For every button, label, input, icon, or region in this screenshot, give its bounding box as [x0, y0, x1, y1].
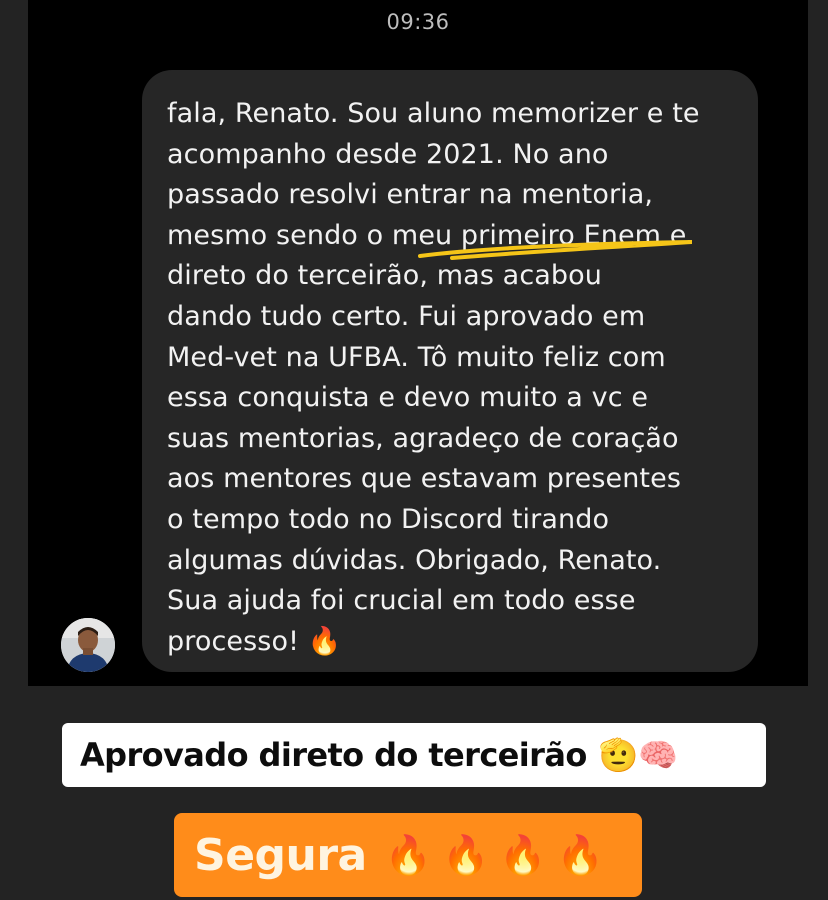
message-line: aos mentores que estavam presentes	[167, 463, 681, 495]
message-bubble[interactable]: fala, Renato. Sou aluno memorizer e te a…	[142, 70, 758, 672]
message-line: acompanho desde 2021. No ano	[167, 138, 609, 170]
caption-text: Aprovado direto do terceirão	[80, 736, 587, 774]
fire-emoji-icon: 🔥🔥🔥🔥	[384, 832, 615, 877]
message-line: suas mentorias, agradeço de coração	[167, 422, 679, 454]
segura-banner: Segura 🔥🔥🔥🔥	[174, 813, 642, 897]
sender-avatar[interactable]	[61, 618, 115, 672]
message-line: mesmo sendo o meu primeiro Enem e	[167, 219, 687, 251]
message-line: direto do terceirão, mas acabou	[167, 260, 602, 292]
message-line: fala, Renato. Sou aluno memorizer e te	[167, 98, 700, 129]
message-timestamp: 09:36	[386, 10, 450, 34]
message-line: Med-vet na UFBA. Tô muito feliz com	[167, 341, 666, 373]
message-line: processo! 🔥	[167, 625, 342, 657]
message-line: essa conquista e devo muito a vc e	[167, 382, 649, 414]
salute-brain-emoji-icon: 🫡🧠	[598, 736, 678, 774]
chat-panel: 09:36 fala, Renato. Sou aluno memorizer …	[28, 0, 808, 686]
message-line: dando tudo certo. Fui aprovado em	[167, 300, 646, 332]
message-line: Sua ajuda foi crucial em todo esse	[167, 585, 636, 617]
profile-photo-icon	[61, 618, 115, 672]
message-line: algumas dúvidas. Obrigado, Renato.	[167, 544, 662, 576]
segura-text: Segura	[194, 829, 367, 881]
message-line: o tempo todo no Discord tirando	[167, 503, 610, 535]
story-caption: Aprovado direto do terceirão 🫡🧠	[62, 723, 766, 787]
message-line: passado resolvi entrar na mentoria,	[167, 179, 654, 211]
